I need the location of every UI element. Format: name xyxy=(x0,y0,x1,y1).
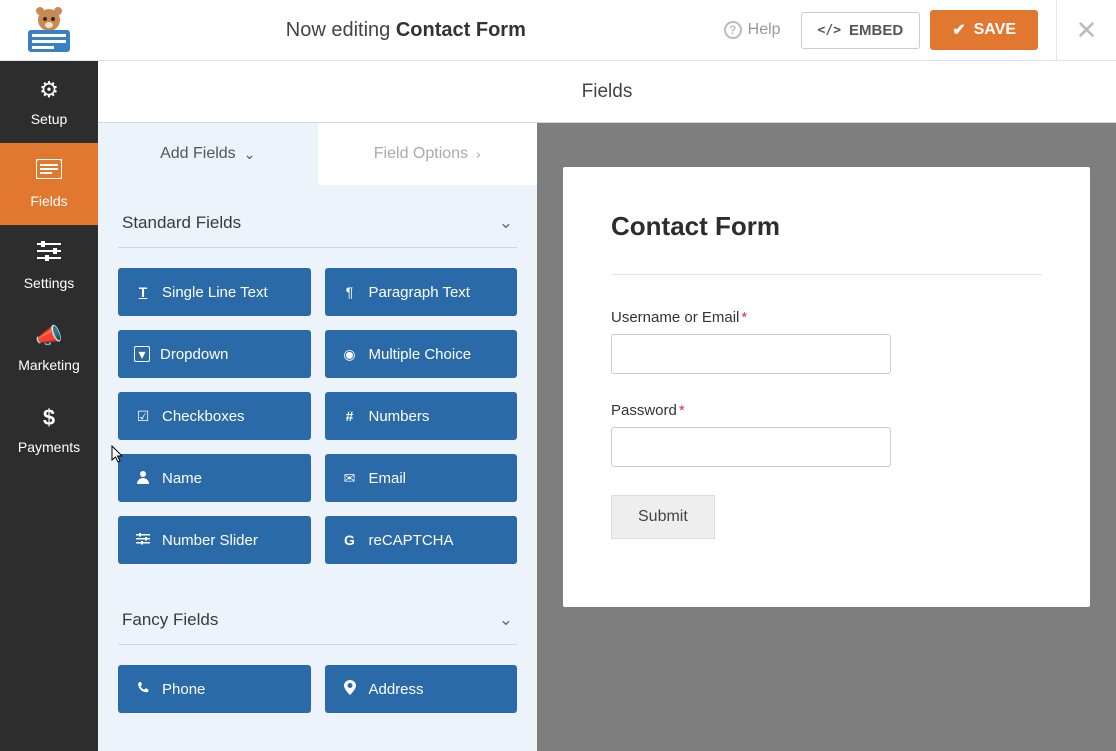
tab-label: Field Options xyxy=(374,145,468,163)
field-paragraph-text[interactable]: ¶ Paragraph Text xyxy=(325,268,518,316)
field-label: Paragraph Text xyxy=(369,284,470,301)
embed-label: EMBED xyxy=(849,22,903,39)
group-standard-fields[interactable]: Standard Fields ⌄ xyxy=(118,185,517,248)
field-number-slider[interactable]: Number Slider xyxy=(118,516,311,564)
paragraph-icon: ¶ xyxy=(341,284,359,300)
username-input[interactable] xyxy=(611,334,891,374)
sidebar-item-label: Marketing xyxy=(18,357,79,373)
phone-icon xyxy=(134,681,152,698)
bullhorn-icon: 📣 xyxy=(35,323,62,349)
dot-circle-icon: ◉ xyxy=(341,346,359,363)
sidebar-item-settings[interactable]: Settings xyxy=(0,225,98,307)
field-label: Single Line Text xyxy=(162,284,268,301)
sidebar-item-marketing[interactable]: 📣 Marketing xyxy=(0,307,98,389)
editing-prefix: Now editing xyxy=(286,19,391,41)
hash-icon: # xyxy=(341,408,359,424)
field-label: Multiple Choice xyxy=(369,346,472,363)
sidebar-item-label: Payments xyxy=(18,439,80,455)
chevron-down-icon: ⌄ xyxy=(244,146,256,163)
dollar-icon: $ xyxy=(43,405,55,431)
sidebar-item-setup[interactable]: ⚙ Setup xyxy=(0,61,98,143)
sidebar-item-payments[interactable]: $ Payments xyxy=(0,389,98,471)
field-address[interactable]: Address xyxy=(325,665,518,713)
tab-field-options[interactable]: Field Options › xyxy=(318,123,538,185)
field-recaptcha[interactable]: G reCAPTCHA xyxy=(325,516,518,564)
close-icon: ✕ xyxy=(1076,15,1098,45)
form-label: Username or Email* xyxy=(611,309,1042,326)
field-label: Checkboxes xyxy=(162,408,245,425)
chevron-right-icon: › xyxy=(476,146,481,162)
list-icon xyxy=(36,159,62,185)
help-link[interactable]: ? Help xyxy=(714,15,791,45)
form-card[interactable]: Contact Form Username or Email* Password… xyxy=(563,167,1090,607)
field-label: Email xyxy=(369,470,407,487)
field-numbers[interactable]: # Numbers xyxy=(325,392,518,440)
sidebar-item-label: Settings xyxy=(24,275,75,291)
save-label: SAVE xyxy=(974,21,1016,39)
save-button[interactable]: ✔ SAVE xyxy=(930,10,1038,50)
sliders-icon xyxy=(37,241,61,267)
chevron-down-icon: ⌄ xyxy=(499,213,513,233)
help-icon: ? xyxy=(724,21,742,39)
field-name[interactable]: Name xyxy=(118,454,311,502)
field-label: Address xyxy=(369,681,424,698)
user-icon xyxy=(134,470,152,487)
check-icon: ✔ xyxy=(952,20,965,40)
field-dropdown[interactable]: ▾ Dropdown xyxy=(118,330,311,378)
required-indicator: * xyxy=(679,402,685,419)
text-icon: T xyxy=(134,284,152,300)
sidebar-nav: ⚙ Setup Fields Settings 📣 Marketing $ Pa… xyxy=(0,61,98,751)
field-panel: Add Fields ⌄ Field Options › Standard Fi… xyxy=(98,123,537,751)
field-email[interactable]: ✉ Email xyxy=(325,454,518,502)
group-title: Fancy Fields xyxy=(122,610,218,630)
panel-title: Fields xyxy=(98,61,1116,123)
sidebar-item-label: Setup xyxy=(31,111,68,127)
group-fancy-fields[interactable]: Fancy Fields ⌄ xyxy=(118,582,517,645)
field-label: Numbers xyxy=(369,408,430,425)
field-multiple-choice[interactable]: ◉ Multiple Choice xyxy=(325,330,518,378)
sidebar-item-label: Fields xyxy=(30,193,67,209)
field-label: reCAPTCHA xyxy=(369,532,454,549)
close-button[interactable]: ✕ xyxy=(1056,0,1116,61)
field-label: Number Slider xyxy=(162,532,258,549)
field-single-line-text[interactable]: T Single Line Text xyxy=(118,268,311,316)
check-square-icon: ☑ xyxy=(134,408,152,425)
sliders-h-icon xyxy=(134,532,152,548)
code-icon: </> xyxy=(818,23,841,38)
form-preview-canvas: Contact Form Username or Email* Password… xyxy=(537,123,1116,751)
form-title: Contact Form xyxy=(611,211,1042,242)
help-label: Help xyxy=(748,21,781,39)
editing-label: Now editing Contact Form xyxy=(98,19,714,42)
google-icon: G xyxy=(341,532,359,548)
gear-icon: ⚙ xyxy=(39,77,59,103)
group-title: Standard Fields xyxy=(122,213,241,233)
form-label: Password* xyxy=(611,402,1042,419)
map-marker-icon xyxy=(341,680,359,698)
form-field-username[interactable]: Username or Email* xyxy=(611,309,1042,374)
divider xyxy=(611,274,1042,275)
submit-label: Submit xyxy=(638,508,688,525)
caret-square-icon: ▾ xyxy=(134,346,150,362)
tab-add-fields[interactable]: Add Fields ⌄ xyxy=(98,123,318,185)
tab-label: Add Fields xyxy=(160,145,236,163)
sidebar-item-fields[interactable]: Fields xyxy=(0,143,98,225)
logo xyxy=(0,0,98,61)
field-checkboxes[interactable]: ☑ Checkboxes xyxy=(118,392,311,440)
required-indicator: * xyxy=(741,309,747,326)
field-label: Dropdown xyxy=(160,346,228,363)
editing-form-name: Contact Form xyxy=(396,19,526,41)
field-phone[interactable]: Phone xyxy=(118,665,311,713)
field-label: Phone xyxy=(162,681,205,698)
field-label: Name xyxy=(162,470,202,487)
chevron-down-icon: ⌄ xyxy=(499,610,513,630)
submit-button[interactable]: Submit xyxy=(611,495,715,539)
password-input[interactable] xyxy=(611,427,891,467)
envelope-icon: ✉ xyxy=(341,470,359,487)
form-field-password[interactable]: Password* xyxy=(611,402,1042,467)
embed-button[interactable]: </> EMBED xyxy=(801,12,921,49)
